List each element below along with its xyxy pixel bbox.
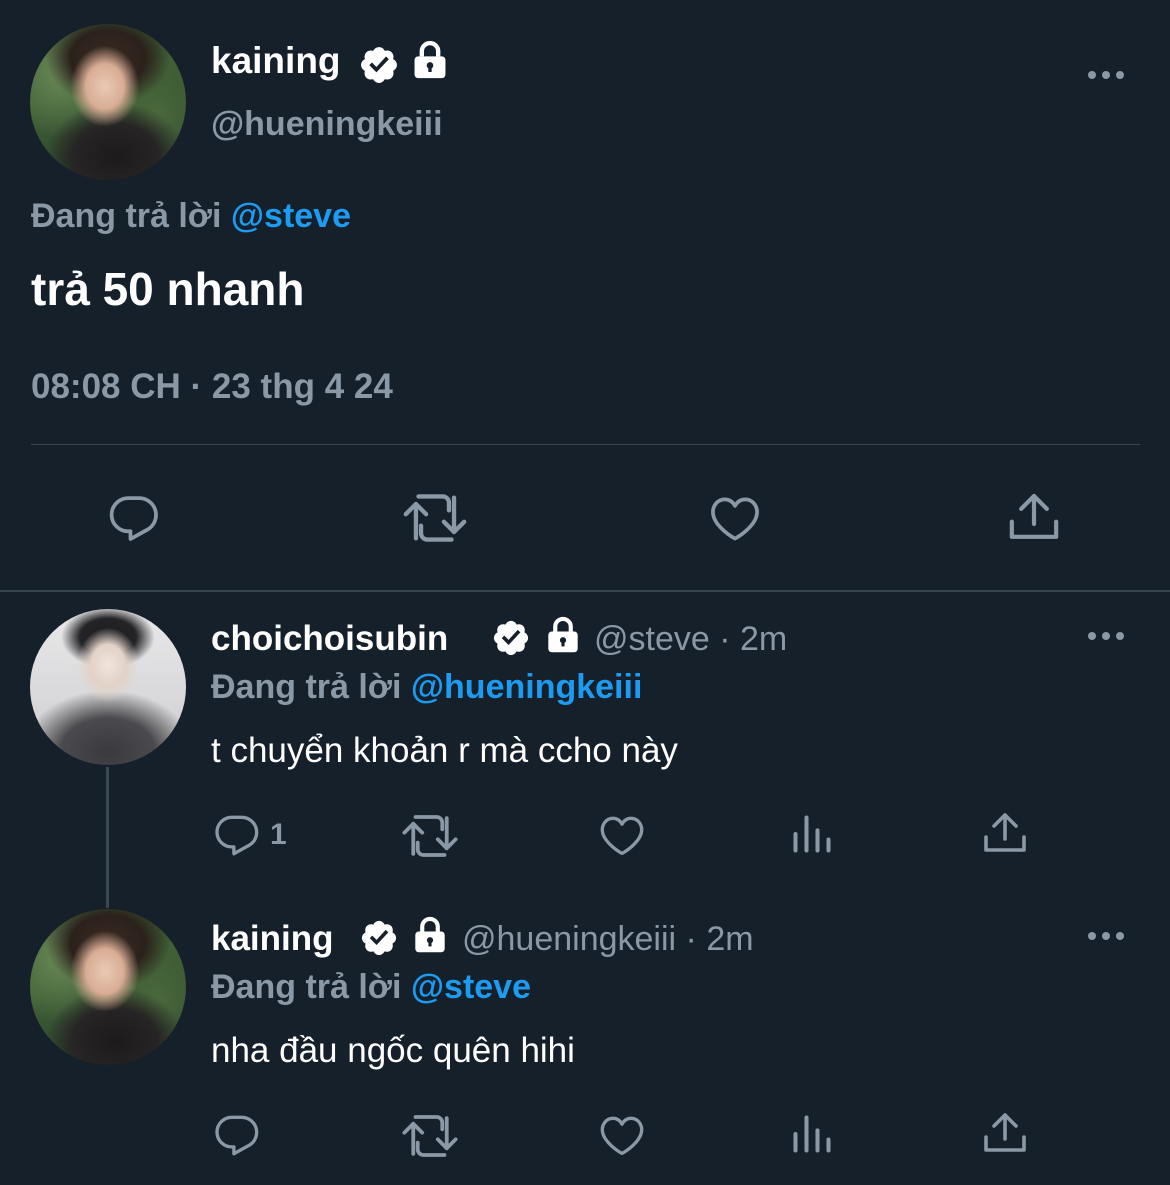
author-display-name[interactable]: kaining	[211, 40, 341, 82]
replying-to-mention[interactable]: @hueningkeiii	[411, 668, 643, 706]
replying-to-mention[interactable]: @steve	[411, 968, 531, 1006]
share-button[interactable]	[981, 808, 1029, 858]
replying-to-prefix: Đang trả lời	[211, 668, 402, 706]
avatar[interactable]	[30, 909, 186, 1065]
more-icon[interactable]	[1088, 632, 1128, 642]
share-icon	[984, 813, 1026, 852]
reply-icon	[215, 815, 259, 856]
verified-badge-icon	[361, 920, 397, 956]
replying-to-mention[interactable]: @steve	[231, 197, 351, 235]
lock-icon	[415, 916, 445, 953]
replying-to: Đang trả lời @hueningkeiii	[211, 668, 642, 707]
analytics-icon	[793, 815, 831, 853]
like-icon	[600, 1116, 644, 1155]
retweet-button[interactable]	[401, 813, 459, 859]
retweet-button[interactable]	[401, 1113, 459, 1159]
like-icon	[711, 497, 759, 541]
tweet-time[interactable]: · 2m	[719, 620, 787, 658]
reply-count: 1	[270, 818, 287, 851]
tweet-text: nha đầu ngốc quên hihi	[211, 1031, 575, 1070]
verified-badge-icon	[361, 47, 397, 83]
author-handle[interactable]: @steve	[594, 620, 710, 658]
avatar[interactable]	[30, 609, 186, 765]
section-divider	[0, 590, 1170, 592]
share-button[interactable]	[981, 1108, 1029, 1158]
reply-icon	[109, 496, 158, 541]
author-handle[interactable]: @hueningkeiii	[211, 105, 443, 144]
retweet-button[interactable]	[402, 492, 468, 544]
author-handle[interactable]: @hueningkeiii	[462, 920, 676, 958]
replying-to: Đang trả lời @steve	[211, 968, 531, 1007]
retweet-icon	[402, 1115, 458, 1157]
share-icon	[984, 1113, 1026, 1152]
divider	[31, 444, 1140, 445]
lock-icon	[548, 616, 578, 653]
verified-badge-icon	[493, 620, 529, 656]
author-meta: @hueningkeiii · 2m	[462, 920, 754, 959]
tweet-text: trả 50 nhanh	[31, 263, 305, 315]
like-icon	[600, 816, 644, 855]
analytics-button[interactable]	[790, 1112, 834, 1156]
reply-button[interactable]: 1	[212, 810, 287, 860]
retweet-icon	[403, 494, 467, 542]
tweet-text: t chuyển khoản r mà ccho này	[211, 731, 678, 770]
like-button[interactable]	[596, 1110, 648, 1160]
replying-to-prefix: Đang trả lời	[31, 197, 222, 235]
tweet-timestamp[interactable]: 08:08 CH · 23 thg 4 24	[31, 367, 393, 407]
author-display-name[interactable]: kaining	[211, 919, 334, 959]
share-button[interactable]	[1006, 488, 1062, 546]
reply-icon	[215, 1115, 259, 1156]
lock-icon	[414, 40, 446, 79]
tweet-time[interactable]: · 2m	[686, 920, 754, 958]
share-icon	[1009, 493, 1059, 539]
reply-button[interactable]	[212, 1110, 262, 1160]
avatar[interactable]	[30, 24, 186, 180]
thread-line	[106, 767, 109, 908]
replying-to: Đang trả lời @steve	[31, 197, 351, 236]
retweet-icon	[402, 815, 458, 857]
like-button[interactable]	[596, 810, 648, 860]
more-icon[interactable]	[1088, 71, 1128, 81]
analytics-button[interactable]	[790, 812, 834, 856]
analytics-icon	[793, 1115, 831, 1153]
more-icon[interactable]	[1088, 932, 1128, 942]
author-meta: @steve · 2m	[594, 620, 787, 659]
author-display-name[interactable]: choichoisubin	[211, 619, 448, 659]
reply-button[interactable]	[106, 490, 162, 546]
like-button[interactable]	[706, 490, 764, 546]
replying-to-prefix: Đang trả lời	[211, 968, 402, 1006]
